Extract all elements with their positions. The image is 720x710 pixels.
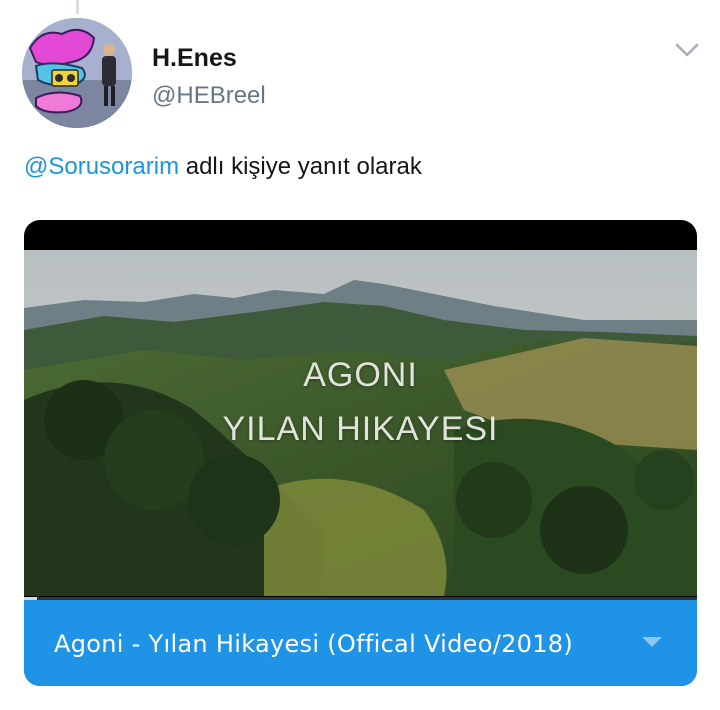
thread-connector-line [76,0,79,14]
video-caption-text: Agoni - Yılan Hikayesi (Offical Video/20… [54,630,574,658]
reply-suffix-text: adlı kişiye yanıt olarak [179,153,422,180]
media-card[interactable]: AGONI YILAN HIKAYESI Agoni - Yılan Hikay… [24,220,697,686]
reply-context: @Sorusorarim adlı kişiye yanıt olarak [24,153,422,181]
author-name[interactable]: H.Enes [152,44,237,73]
caption-dropdown-icon[interactable] [638,632,666,652]
avatar-graffiti-icon [22,18,132,128]
video-overlay-subtitle: YILAN HIKAYESI [222,410,499,448]
video-caption-bar[interactable]: Agoni - Yılan Hikayesi (Offical Video/20… [24,600,697,686]
video-overlay-title: AGONI [303,356,418,394]
author-handle[interactable]: @HEBreel [152,82,266,110]
avatar[interactable] [22,18,132,128]
reply-mention-link[interactable]: @Sorusorarim [24,153,179,180]
tweet-menu-chevron-icon[interactable] [670,38,704,62]
